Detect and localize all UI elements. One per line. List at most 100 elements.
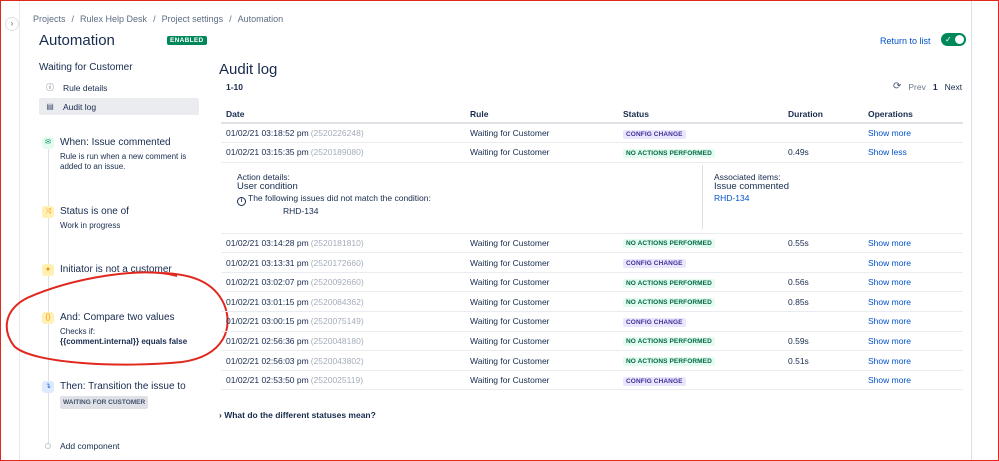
shuffle-icon: ⤨ — [42, 206, 54, 218]
table-row: 01/02/21 02:53:50 pm (2520025119) Waiting … — [221, 370, 963, 391]
show-more-link[interactable]: Show less — [868, 147, 907, 157]
toggle-knob — [955, 35, 964, 44]
execution-date: 01/02/21 03:01:15 pm — [226, 296, 309, 307]
cell-rule: Waiting for Customer — [465, 123, 618, 144]
cell-operations: Show more — [863, 291, 963, 313]
cell-operations: Show more — [863, 252, 963, 273]
status-lozenge: NO ACTIONS PERFORMED — [623, 239, 715, 249]
cell-date: 01/02/21 02:56:03 pm (2520043802) — [221, 350, 465, 371]
breadcrumb: Projects / Rulex Help Desk / Project setting… — [33, 14, 284, 24]
sidebar-item-label: Audit log — [63, 101, 97, 112]
execution-id: (2520025119) — [310, 375, 364, 386]
refresh-icon[interactable]: ⟳ — [893, 81, 901, 92]
cell-duration — [783, 252, 863, 273]
cell-rule: Waiting for Customer — [465, 331, 618, 352]
detail-divider — [702, 164, 703, 229]
action-details: Action details: User condition i The follow… — [237, 172, 431, 217]
current-page[interactable]: 1 — [933, 82, 938, 92]
cell-rule: Waiting for Customer — [465, 233, 618, 254]
execution-id: (2520048180) — [310, 335, 364, 346]
return-to-list-link[interactable]: Return to list — [880, 36, 931, 46]
add-component-link[interactable]: Add component — [60, 441, 120, 451]
show-more-link[interactable]: Show more — [868, 356, 911, 366]
cell-operations: Show more — [863, 331, 963, 352]
show-more-link[interactable]: Show more — [868, 336, 911, 346]
table-row: 01/02/21 03:13:31 pm (2520172660) Waiting … — [221, 252, 963, 273]
action-details-value: User condition — [237, 181, 298, 193]
component-title: When: Issue commented — [60, 137, 171, 148]
enabled-badge: ENABLED — [167, 36, 207, 45]
cell-operations: Show more — [863, 370, 963, 391]
show-more-link[interactable]: Show more — [868, 316, 911, 326]
breadcrumb-project-settings[interactable]: Project settings — [162, 14, 224, 24]
breadcrumb-projects[interactable]: Projects — [33, 14, 66, 24]
execution-date: 01/02/21 02:53:50 pm — [226, 375, 309, 386]
info-icon: i — [237, 196, 246, 206]
associated-items-value: Issue commented — [714, 181, 789, 193]
cell-duration: 0.55s — [783, 233, 863, 254]
execution-date: 01/02/21 03:00:15 pm — [226, 316, 309, 327]
show-more-link[interactable]: Show more — [868, 258, 911, 268]
cell-status: CONFIG CHANGE — [618, 370, 783, 391]
status-lozenge: CONFIG CHANGE — [623, 317, 686, 327]
expanded-detail-row: Action details: User condition i The follow… — [221, 162, 963, 234]
cell-rule: Waiting for Customer — [465, 252, 618, 273]
rule-enabled-toggle[interactable]: ✓ — [941, 33, 966, 46]
associated-items: Associated items: Issue commented RHD-134 — [714, 172, 789, 204]
table-row: 01/02/21 03:01:15 pm (2520084362) Waiting … — [221, 291, 963, 313]
sidebar-item-rule-details[interactable]: ⓘ Rule details — [39, 79, 199, 96]
show-more-link[interactable]: Show more — [868, 128, 911, 138]
execution-date: 01/02/21 03:14:28 pm — [226, 237, 309, 248]
cell-duration: 0.49s — [783, 142, 863, 163]
chevron-right-icon: › — [10, 19, 14, 28]
right-scroll-area[interactable] — [971, 1, 998, 460]
status-lozenge: NO ACTIONS PERFORMED — [623, 337, 715, 347]
execution-id: (2520043802) — [310, 355, 364, 366]
associated-issue-link[interactable]: RHD-134 — [714, 193, 749, 203]
execution-id: (2520092660) — [310, 277, 364, 288]
sidebar-item-label: Rule details — [63, 82, 108, 93]
cell-duration: 0.51s — [783, 350, 863, 371]
execution-date: 01/02/21 03:02:07 pm — [226, 277, 309, 288]
cell-date: 01/02/21 02:56:36 pm (2520048180) — [221, 331, 465, 352]
status-lozenge: NO ACTIONS PERFORMED — [623, 298, 715, 308]
info-icon: ⓘ — [46, 83, 54, 92]
sidebar-item-audit-log[interactable]: ▤ Audit log — [39, 98, 199, 115]
breadcrumb-project[interactable]: Rulex Help Desk — [80, 14, 147, 24]
show-more-link[interactable]: Show more — [868, 297, 911, 307]
cell-status: NO ACTIONS PERFORMED — [618, 331, 783, 352]
pagination: ⟳ Prev 1 Next — [893, 81, 962, 92]
red-annotation-circle — [5, 271, 229, 366]
show-more-link[interactable]: Show more — [868, 277, 911, 287]
condition-message: The following issues did not match the c… — [248, 192, 431, 203]
cell-duration: 0.59s — [783, 331, 863, 352]
status-badge: WAITING FOR CUSTOMER — [60, 396, 149, 409]
cell-rule: Waiting for Customer — [465, 272, 618, 293]
cell-rule: Waiting for Customer — [465, 142, 618, 163]
comment-icon: ✉ — [42, 137, 54, 149]
transition-icon: ↴ — [42, 381, 54, 393]
table-header-row: Date Rule Status Duration Operations — [221, 105, 963, 124]
next-page-button[interactable]: Next — [945, 82, 962, 92]
component-description: Rule is run when a new comment is — [60, 152, 187, 161]
status-lozenge: CONFIG CHANGE — [623, 259, 686, 269]
component-title: Status is one of — [60, 206, 129, 217]
breadcrumb-automation[interactable]: Automation — [238, 14, 284, 24]
show-more-link[interactable]: Show more — [868, 238, 911, 248]
execution-id: (2520189080) — [310, 147, 364, 158]
show-more-link[interactable]: Show more — [868, 375, 911, 385]
page-title: Automation — [39, 32, 115, 49]
table-row: 01/02/21 03:18:52 pm (2520226248) Waiting … — [221, 123, 963, 144]
component-description: added to an issue. — [60, 162, 126, 171]
execution-date: 01/02/21 02:56:03 pm — [226, 355, 309, 366]
expand-sidebar-button[interactable]: › — [5, 17, 19, 31]
cell-duration — [783, 370, 863, 391]
cell-status: NO ACTIONS PERFORMED — [618, 233, 783, 254]
component-title: Then: Transition the issue to — [60, 381, 186, 392]
cell-operations: Show more — [863, 272, 963, 293]
prev-page-button[interactable]: Prev — [908, 82, 925, 92]
cell-duration — [783, 311, 863, 332]
statuses-faq-toggle[interactable]: › What do the different statuses mean? — [219, 410, 376, 420]
status-lozenge: NO ACTIONS PERFORMED — [623, 357, 715, 367]
check-icon: ✓ — [945, 35, 952, 44]
